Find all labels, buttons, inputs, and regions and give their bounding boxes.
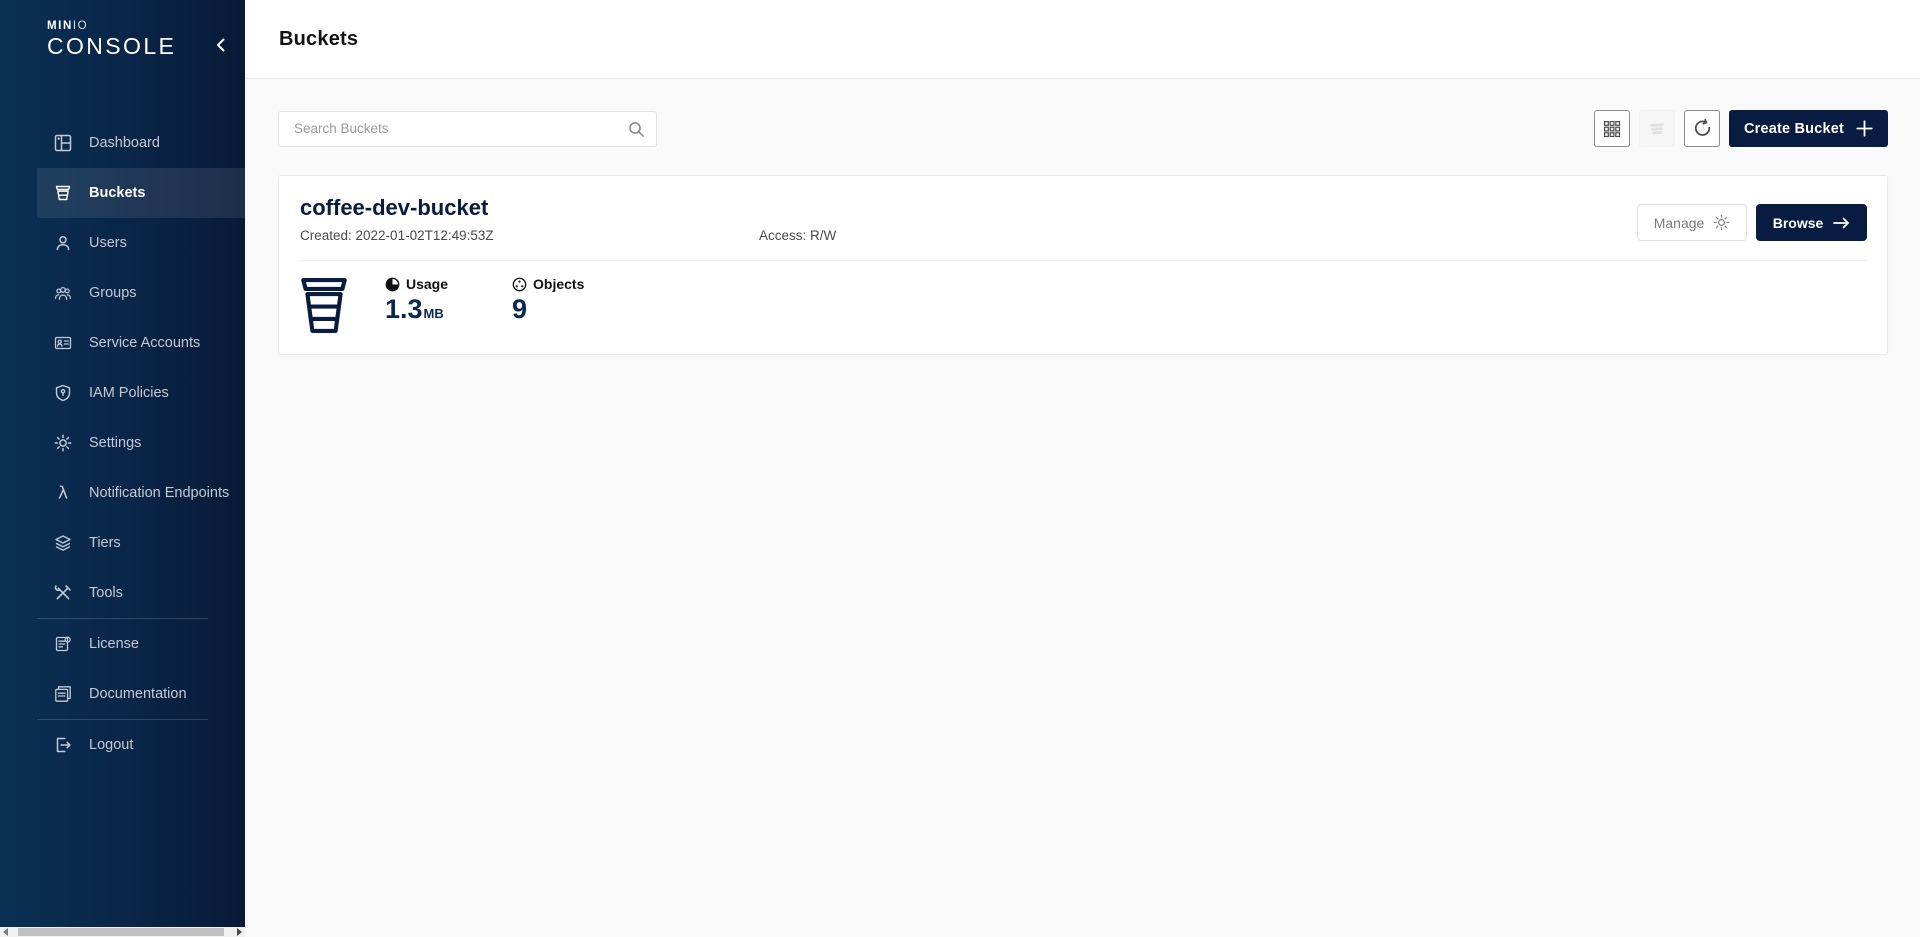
bucket-meta-row: Created: 2022-01-02T12:49:53Z Access: R/… (300, 228, 1867, 245)
bucket-card-stats: Usage 1.3MB Objects 9 (279, 261, 1887, 334)
logo-console-wordmark: CONSOLE (47, 33, 176, 60)
logo-minio-wordmark: MINIO (47, 20, 176, 32)
bucket-card: coffee-dev-bucket Created: 2022-01-02T12… (278, 175, 1888, 355)
layers-icon (53, 534, 72, 553)
grid-view-button[interactable] (1594, 110, 1630, 147)
sidebar-item-tools[interactable]: Tools (37, 568, 245, 618)
manage-button[interactable]: Manage (1637, 204, 1747, 241)
usage-unit: MB (424, 306, 444, 321)
usage-metric: Usage 1.3MB (385, 276, 475, 325)
search-icon (628, 121, 645, 143)
page-title: Buckets (279, 28, 358, 51)
sidebar-item-logout[interactable]: Logout (37, 720, 245, 770)
groups-icon (53, 284, 72, 303)
scrollbar-left-arrow-icon[interactable] (3, 928, 8, 936)
sidebar-item-label: Service Accounts (89, 335, 200, 351)
create-bucket-label: Create Bucket (1744, 121, 1844, 137)
objects-metric: Objects 9 (512, 276, 602, 325)
sidebar-item-label: License (89, 636, 139, 652)
bucket-created-text: Created: 2022-01-02T12:49:53Z (300, 228, 494, 243)
sidebar-item-settings[interactable]: Settings (37, 418, 245, 468)
list-view-button[interactable] (1639, 110, 1675, 147)
plus-icon (1856, 120, 1873, 137)
user-icon (53, 234, 72, 253)
sidebar-item-tiers[interactable]: Tiers (37, 518, 245, 568)
objects-icon (512, 277, 527, 292)
chevron-left-icon (216, 38, 225, 52)
objects-value: 9 (512, 294, 602, 325)
sidebar: MINIO CONSOLE Dashboard Buckets Users (0, 0, 245, 937)
sidebar-item-groups[interactable]: Groups (37, 268, 245, 318)
sidebar-item-service-accounts[interactable]: Service Accounts (37, 318, 245, 368)
gear-icon (53, 434, 72, 453)
bucket-icon (53, 184, 72, 203)
browse-button[interactable]: Browse (1756, 204, 1867, 241)
list-view-icon (1648, 120, 1666, 138)
refresh-button[interactable] (1684, 110, 1720, 147)
objects-label-row: Objects (512, 276, 602, 292)
bucket-name-link[interactable]: coffee-dev-bucket (300, 195, 488, 221)
minio-console-logo: MINIO CONSOLE (47, 20, 176, 60)
usage-pie-icon (385, 277, 400, 292)
bucket-access-text: Access: R/W (759, 228, 836, 243)
shield-icon (53, 384, 72, 403)
dashboard-icon (53, 134, 72, 153)
gear-icon (1713, 214, 1730, 231)
objects-label: Objects (533, 276, 584, 292)
main-content: Buckets Create Bucket co (245, 0, 1920, 937)
sidebar-item-label: Dashboard (89, 135, 160, 151)
bucket-card-head: coffee-dev-bucket Created: 2022-01-02T12… (279, 176, 1887, 245)
scrollbar-right-arrow-icon[interactable] (237, 928, 242, 936)
sidebar-item-users[interactable]: Users (37, 218, 245, 268)
sidebar-item-label: Tiers (89, 535, 121, 551)
sidebar-horizontal-scrollbar[interactable] (0, 927, 245, 937)
sidebar-item-dashboard[interactable]: Dashboard (37, 118, 245, 168)
refresh-icon (1693, 119, 1712, 138)
sidebar-item-label: Logout (89, 737, 133, 753)
arrow-right-icon (1833, 217, 1850, 229)
license-icon (53, 635, 72, 654)
sidebar-item-iam-policies[interactable]: IAM Policies (37, 368, 245, 418)
sidebar-item-label: Buckets (89, 185, 145, 201)
usage-label-row: Usage (385, 276, 475, 292)
sidebar-item-notification-endpoints[interactable]: λ Notification Endpoints (37, 468, 245, 518)
sidebar-item-label: Settings (89, 435, 141, 451)
browse-label: Browse (1773, 215, 1824, 231)
logout-icon (53, 736, 72, 755)
sidebar-item-label: Notification Endpoints (89, 485, 229, 501)
sidebar-item-label: Tools (89, 585, 123, 601)
search-input[interactable] (279, 112, 656, 146)
toolbar-actions: Create Bucket (1594, 110, 1888, 147)
create-bucket-button[interactable]: Create Bucket (1729, 110, 1888, 147)
scrollbar-thumb[interactable] (18, 928, 224, 936)
bucket-icon (300, 277, 348, 334)
sidebar-item-label: Users (89, 235, 127, 251)
sidebar-item-buckets[interactable]: Buckets (37, 168, 245, 218)
sidebar-item-documentation[interactable]: Documentation (37, 669, 245, 719)
book-icon (53, 685, 72, 704)
lambda-icon: λ (53, 484, 72, 503)
tools-icon (53, 584, 72, 603)
bucket-card-actions: Manage Browse (1637, 204, 1867, 241)
grid-view-icon (1603, 120, 1621, 138)
sidebar-collapse-button[interactable] (209, 34, 231, 56)
search-box (278, 111, 657, 147)
usage-value: 1.3MB (385, 294, 475, 325)
manage-label: Manage (1654, 215, 1705, 231)
id-card-icon (53, 334, 72, 353)
page-header: Buckets (245, 0, 1920, 79)
svg-text:λ: λ (57, 484, 67, 502)
sidebar-menu: Dashboard Buckets Users Groups Service A… (0, 118, 245, 770)
sidebar-item-label: Documentation (89, 686, 187, 702)
buckets-toolbar: Create Bucket (278, 110, 1888, 147)
sidebar-item-license[interactable]: License (37, 619, 245, 669)
sidebar-item-label: IAM Policies (89, 385, 169, 401)
sidebar-item-label: Groups (89, 285, 137, 301)
usage-label: Usage (406, 276, 448, 292)
